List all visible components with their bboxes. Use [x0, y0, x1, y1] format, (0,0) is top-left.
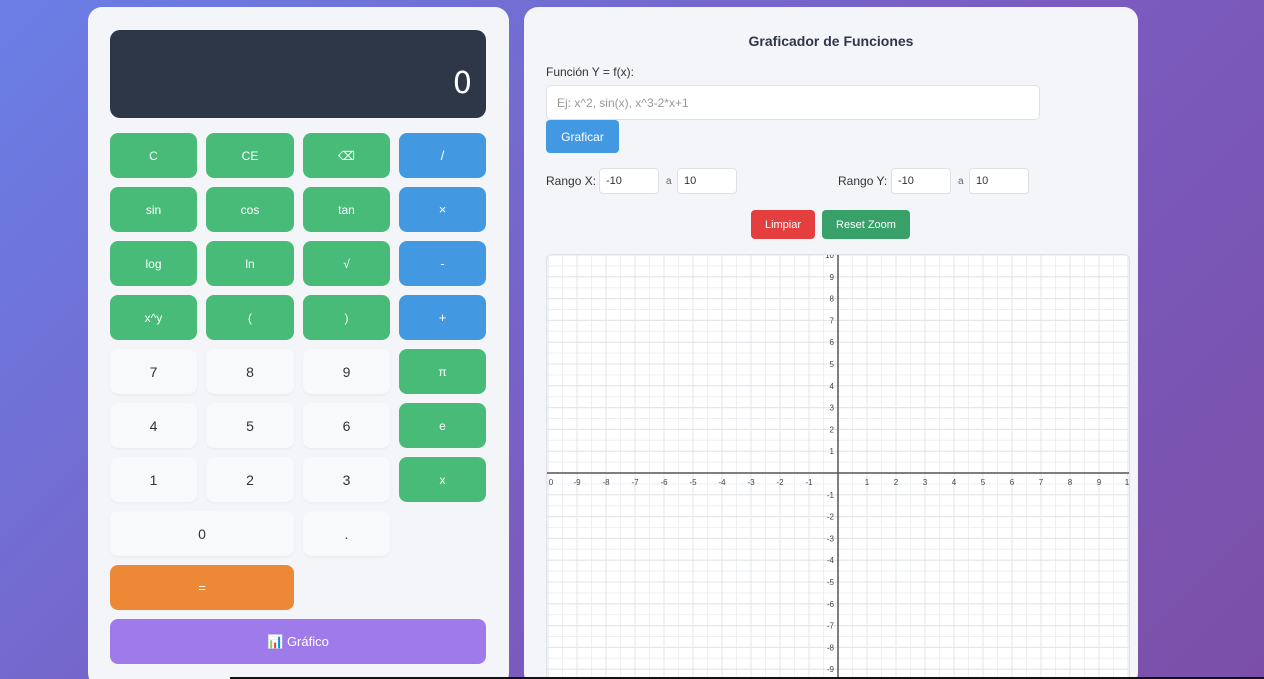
x-tick-label: 6: [1010, 478, 1015, 487]
y-tick-label: -3: [827, 534, 835, 543]
grapher-panel: Graficador de Funciones Función Y = f(x)…: [524, 7, 1138, 679]
y-tick-label: 6: [830, 338, 835, 347]
x-tick-label: -2: [776, 478, 784, 487]
y-tick-label: 1: [830, 447, 835, 456]
digit-8-button[interactable]: 8: [206, 349, 294, 394]
y-tick-label: 2: [830, 425, 835, 434]
digit-7-button[interactable]: 7: [110, 349, 197, 394]
multiply-button[interactable]: ×: [399, 187, 486, 232]
sin-button[interactable]: sin: [110, 187, 197, 232]
clear-button[interactable]: C: [110, 133, 197, 178]
log-button[interactable]: log: [110, 241, 197, 286]
x-tick-label: 7: [1039, 478, 1044, 487]
x-tick-label: -9: [573, 478, 581, 487]
x-tick-label: 5: [981, 478, 986, 487]
calculator-display: 0: [110, 30, 486, 118]
tan-button[interactable]: tan: [303, 187, 390, 232]
x-tick-label: 1: [1125, 478, 1130, 487]
y-tick-label: 7: [830, 316, 835, 325]
clear-graph-button[interactable]: Limpiar: [751, 210, 815, 239]
pi-button[interactable]: π: [399, 349, 486, 394]
y-tick-label: -8: [827, 643, 835, 652]
y-max-input[interactable]: [969, 168, 1029, 194]
ln-button[interactable]: ln: [206, 241, 294, 286]
plot-button[interactable]: Graficar: [546, 120, 619, 153]
power-button[interactable]: x^y: [110, 295, 197, 340]
add-button[interactable]: +: [399, 295, 486, 340]
x-tick-label: -5: [689, 478, 697, 487]
graph-canvas[interactable]: 0 -9 -8 -7 -6 -5 -4 -3 -2 -1 1 2 3 4 5 6 7 8 9 1 10 9 8 7 6 5 4 3 2 1…: [546, 254, 1130, 679]
y-tick-label: -1: [827, 491, 835, 500]
function-input[interactable]: [546, 85, 1040, 120]
y-tick-label: -9: [827, 665, 835, 674]
x-tick-label: 8: [1068, 478, 1073, 487]
y-min-input[interactable]: [891, 168, 951, 194]
digit-3-button[interactable]: 3: [303, 457, 390, 502]
reset-zoom-button[interactable]: Reset Zoom: [822, 210, 910, 239]
digit-0-button[interactable]: 0: [110, 511, 294, 556]
y-tick-label: 3: [830, 404, 835, 413]
x-max-input[interactable]: [677, 168, 737, 194]
calculator-panel: 0 C CE ⌫ / sin cos tan × log ln √ - x^y …: [88, 7, 509, 679]
grapher-title: Graficador de Funciones: [748, 33, 914, 49]
x-tick-label: 3: [923, 478, 928, 487]
y-tick-label: -7: [827, 622, 835, 631]
x-tick-label: 4: [952, 478, 957, 487]
close-paren-button[interactable]: ): [303, 295, 390, 340]
x-tick-label: -8: [602, 478, 610, 487]
y-tick-label: 10: [825, 255, 834, 260]
digit-5-button[interactable]: 5: [206, 403, 294, 448]
y-tick-label: -6: [827, 600, 835, 609]
x-tick-label: 1: [865, 478, 870, 487]
y-tick-label: 5: [830, 360, 835, 369]
sqrt-button[interactable]: √: [303, 241, 390, 286]
x-tick-label: -3: [747, 478, 755, 487]
y-tick-label: 4: [830, 382, 835, 391]
subtract-button[interactable]: -: [399, 241, 486, 286]
graph-toggle-button[interactable]: 📊 Gráfico: [110, 619, 486, 664]
x-min-input[interactable]: [599, 168, 659, 194]
digit-1-button[interactable]: 1: [110, 457, 197, 502]
range-x-separator: a: [666, 176, 672, 187]
graph-plot[interactable]: 0 -9 -8 -7 -6 -5 -4 -3 -2 -1 1 2 3 4 5 6 7 8 9 1 10 9 8 7 6 5 4 3 2 1…: [547, 255, 1130, 679]
cos-button[interactable]: cos: [206, 187, 294, 232]
digit-9-button[interactable]: 9: [303, 349, 390, 394]
open-paren-button[interactable]: (: [206, 295, 294, 340]
euler-e-button[interactable]: e: [399, 403, 486, 448]
backspace-button[interactable]: ⌫: [303, 133, 390, 178]
x-tick-label: 9: [1097, 478, 1102, 487]
x-tick-label: -6: [660, 478, 668, 487]
digit-6-button[interactable]: 6: [303, 403, 390, 448]
range-x-label: Rango X:: [546, 174, 597, 188]
y-tick-label: 9: [830, 273, 835, 282]
x-tick-label: 0: [549, 478, 554, 487]
divide-button[interactable]: /: [399, 133, 486, 178]
y-tick-label: 8: [830, 295, 835, 304]
range-y-separator: a: [958, 176, 964, 187]
x-tick-label: 2: [894, 478, 899, 487]
digit-4-button[interactable]: 4: [110, 403, 197, 448]
x-tick-label: -1: [805, 478, 813, 487]
x-tick-label: -7: [631, 478, 639, 487]
function-label: Función Y = f(x):: [546, 65, 634, 79]
y-tick-label: -5: [827, 578, 835, 587]
x-tick-label: -4: [718, 478, 726, 487]
decimal-button[interactable]: .: [303, 511, 390, 556]
range-y-label: Rango Y:: [838, 174, 888, 188]
digit-2-button[interactable]: 2: [206, 457, 294, 502]
clear-entry-button[interactable]: CE: [206, 133, 294, 178]
variable-x-button[interactable]: x: [399, 457, 486, 502]
equals-button[interactable]: =: [110, 565, 294, 610]
y-tick-label: -4: [827, 556, 835, 565]
y-tick-label: -2: [827, 513, 835, 522]
